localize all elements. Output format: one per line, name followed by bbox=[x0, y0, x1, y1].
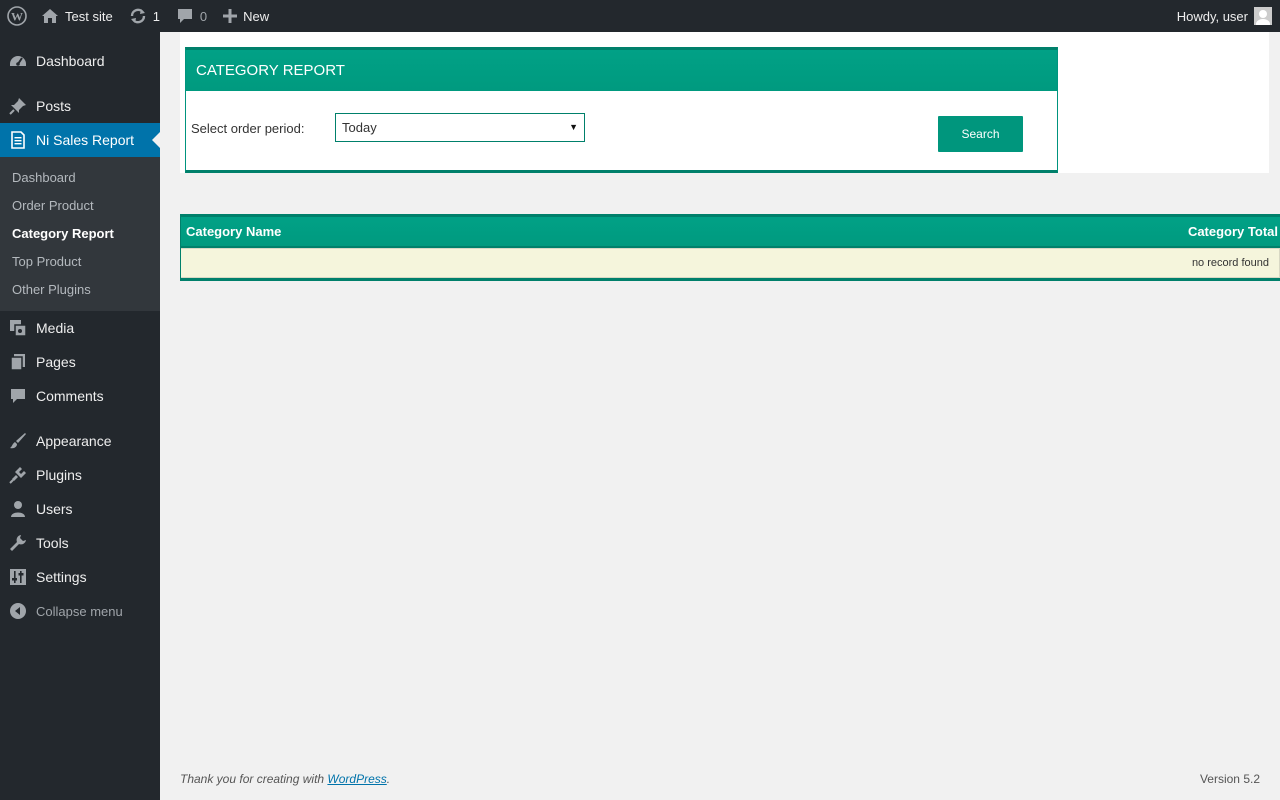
user-icon bbox=[8, 499, 28, 519]
refresh-icon bbox=[129, 7, 147, 25]
column-category-total: Category Total bbox=[1187, 224, 1278, 239]
pages-icon bbox=[8, 352, 28, 372]
pin-icon bbox=[8, 96, 28, 116]
comments-link[interactable]: 0 bbox=[168, 0, 215, 32]
menu-settings[interactable]: Settings bbox=[0, 560, 160, 594]
menu-dashboard[interactable]: Dashboard bbox=[0, 44, 160, 78]
report-title: CATEGORY REPORT bbox=[186, 50, 1057, 91]
menu-pages[interactable]: Pages bbox=[0, 345, 160, 379]
sliders-icon bbox=[8, 567, 28, 587]
report-filter-form: Select order period: Today ▼ Search bbox=[186, 91, 1057, 171]
order-period-label: Select order period: bbox=[191, 121, 305, 136]
media-icon bbox=[8, 318, 28, 338]
submenu-other-plugins[interactable]: Other Plugins bbox=[0, 275, 160, 303]
submenu-category-report[interactable]: Category Report bbox=[0, 219, 160, 247]
document-icon bbox=[8, 130, 28, 150]
wrench-icon bbox=[8, 533, 28, 553]
main-content: CATEGORY REPORT Select order period: Tod… bbox=[180, 32, 1280, 281]
menu-ni-sales-report[interactable]: Ni Sales Report bbox=[0, 123, 160, 157]
comment-bubble-icon bbox=[176, 8, 194, 24]
new-content-link[interactable]: New bbox=[215, 0, 277, 32]
footer-thanks: Thank you for creating with WordPress. bbox=[180, 772, 391, 786]
dashboard-icon bbox=[8, 51, 28, 71]
dropdown-arrow-icon: ▼ bbox=[569, 122, 578, 132]
ni-sales-report-submenu: Dashboard Order Product Category Report … bbox=[0, 157, 160, 311]
wordpress-link[interactable]: WordPress bbox=[327, 772, 386, 786]
home-icon bbox=[41, 8, 59, 24]
wordpress-logo-icon: W bbox=[7, 6, 27, 26]
collapse-arrow-icon bbox=[8, 601, 28, 621]
table-row: no record found bbox=[181, 248, 1280, 278]
submenu-top-product[interactable]: Top Product bbox=[0, 247, 160, 275]
menu-appearance[interactable]: Appearance bbox=[0, 424, 160, 458]
admin-bar: W Test site 1 0 New Howdy, user bbox=[0, 0, 1280, 32]
updates-link[interactable]: 1 bbox=[121, 0, 168, 32]
my-account-link[interactable]: Howdy, user bbox=[1169, 0, 1280, 32]
menu-tools[interactable]: Tools bbox=[0, 526, 160, 560]
plus-icon bbox=[223, 9, 238, 23]
avatar bbox=[1254, 7, 1272, 25]
empty-message: no record found bbox=[1191, 257, 1269, 269]
menu-users[interactable]: Users bbox=[0, 492, 160, 526]
plug-icon bbox=[8, 465, 28, 485]
version-text: Version 5.2 bbox=[1199, 772, 1260, 786]
svg-text:W: W bbox=[11, 10, 23, 24]
wordpress-logo[interactable]: W bbox=[0, 0, 33, 32]
menu-media[interactable]: Media bbox=[0, 311, 160, 345]
column-category-name: Category Name bbox=[186, 224, 282, 239]
collapse-menu-button[interactable]: Collapse menu bbox=[0, 594, 160, 628]
order-period-select[interactable]: Today ▼ bbox=[335, 113, 585, 142]
comment-icon bbox=[8, 386, 28, 406]
submenu-order-product[interactable]: Order Product bbox=[0, 191, 160, 219]
site-name-link[interactable]: Test site bbox=[33, 0, 121, 32]
admin-footer: Thank you for creating with WordPress. V… bbox=[180, 772, 1260, 786]
menu-posts[interactable]: Posts bbox=[0, 89, 160, 123]
report-panel: CATEGORY REPORT Select order period: Tod… bbox=[180, 32, 1269, 173]
table-header: Category Name Category Total bbox=[181, 217, 1280, 248]
menu-plugins[interactable]: Plugins bbox=[0, 458, 160, 492]
admin-sidebar: Dashboard Posts Ni Sales Report Dashboar… bbox=[0, 32, 160, 800]
search-button[interactable]: Search bbox=[938, 116, 1023, 152]
category-report-box: CATEGORY REPORT Select order period: Tod… bbox=[185, 47, 1058, 173]
menu-comments[interactable]: Comments bbox=[0, 379, 160, 413]
brush-icon bbox=[8, 431, 28, 451]
submenu-dashboard[interactable]: Dashboard bbox=[0, 163, 160, 191]
category-table: Category Name Category Total no record f… bbox=[180, 214, 1280, 281]
